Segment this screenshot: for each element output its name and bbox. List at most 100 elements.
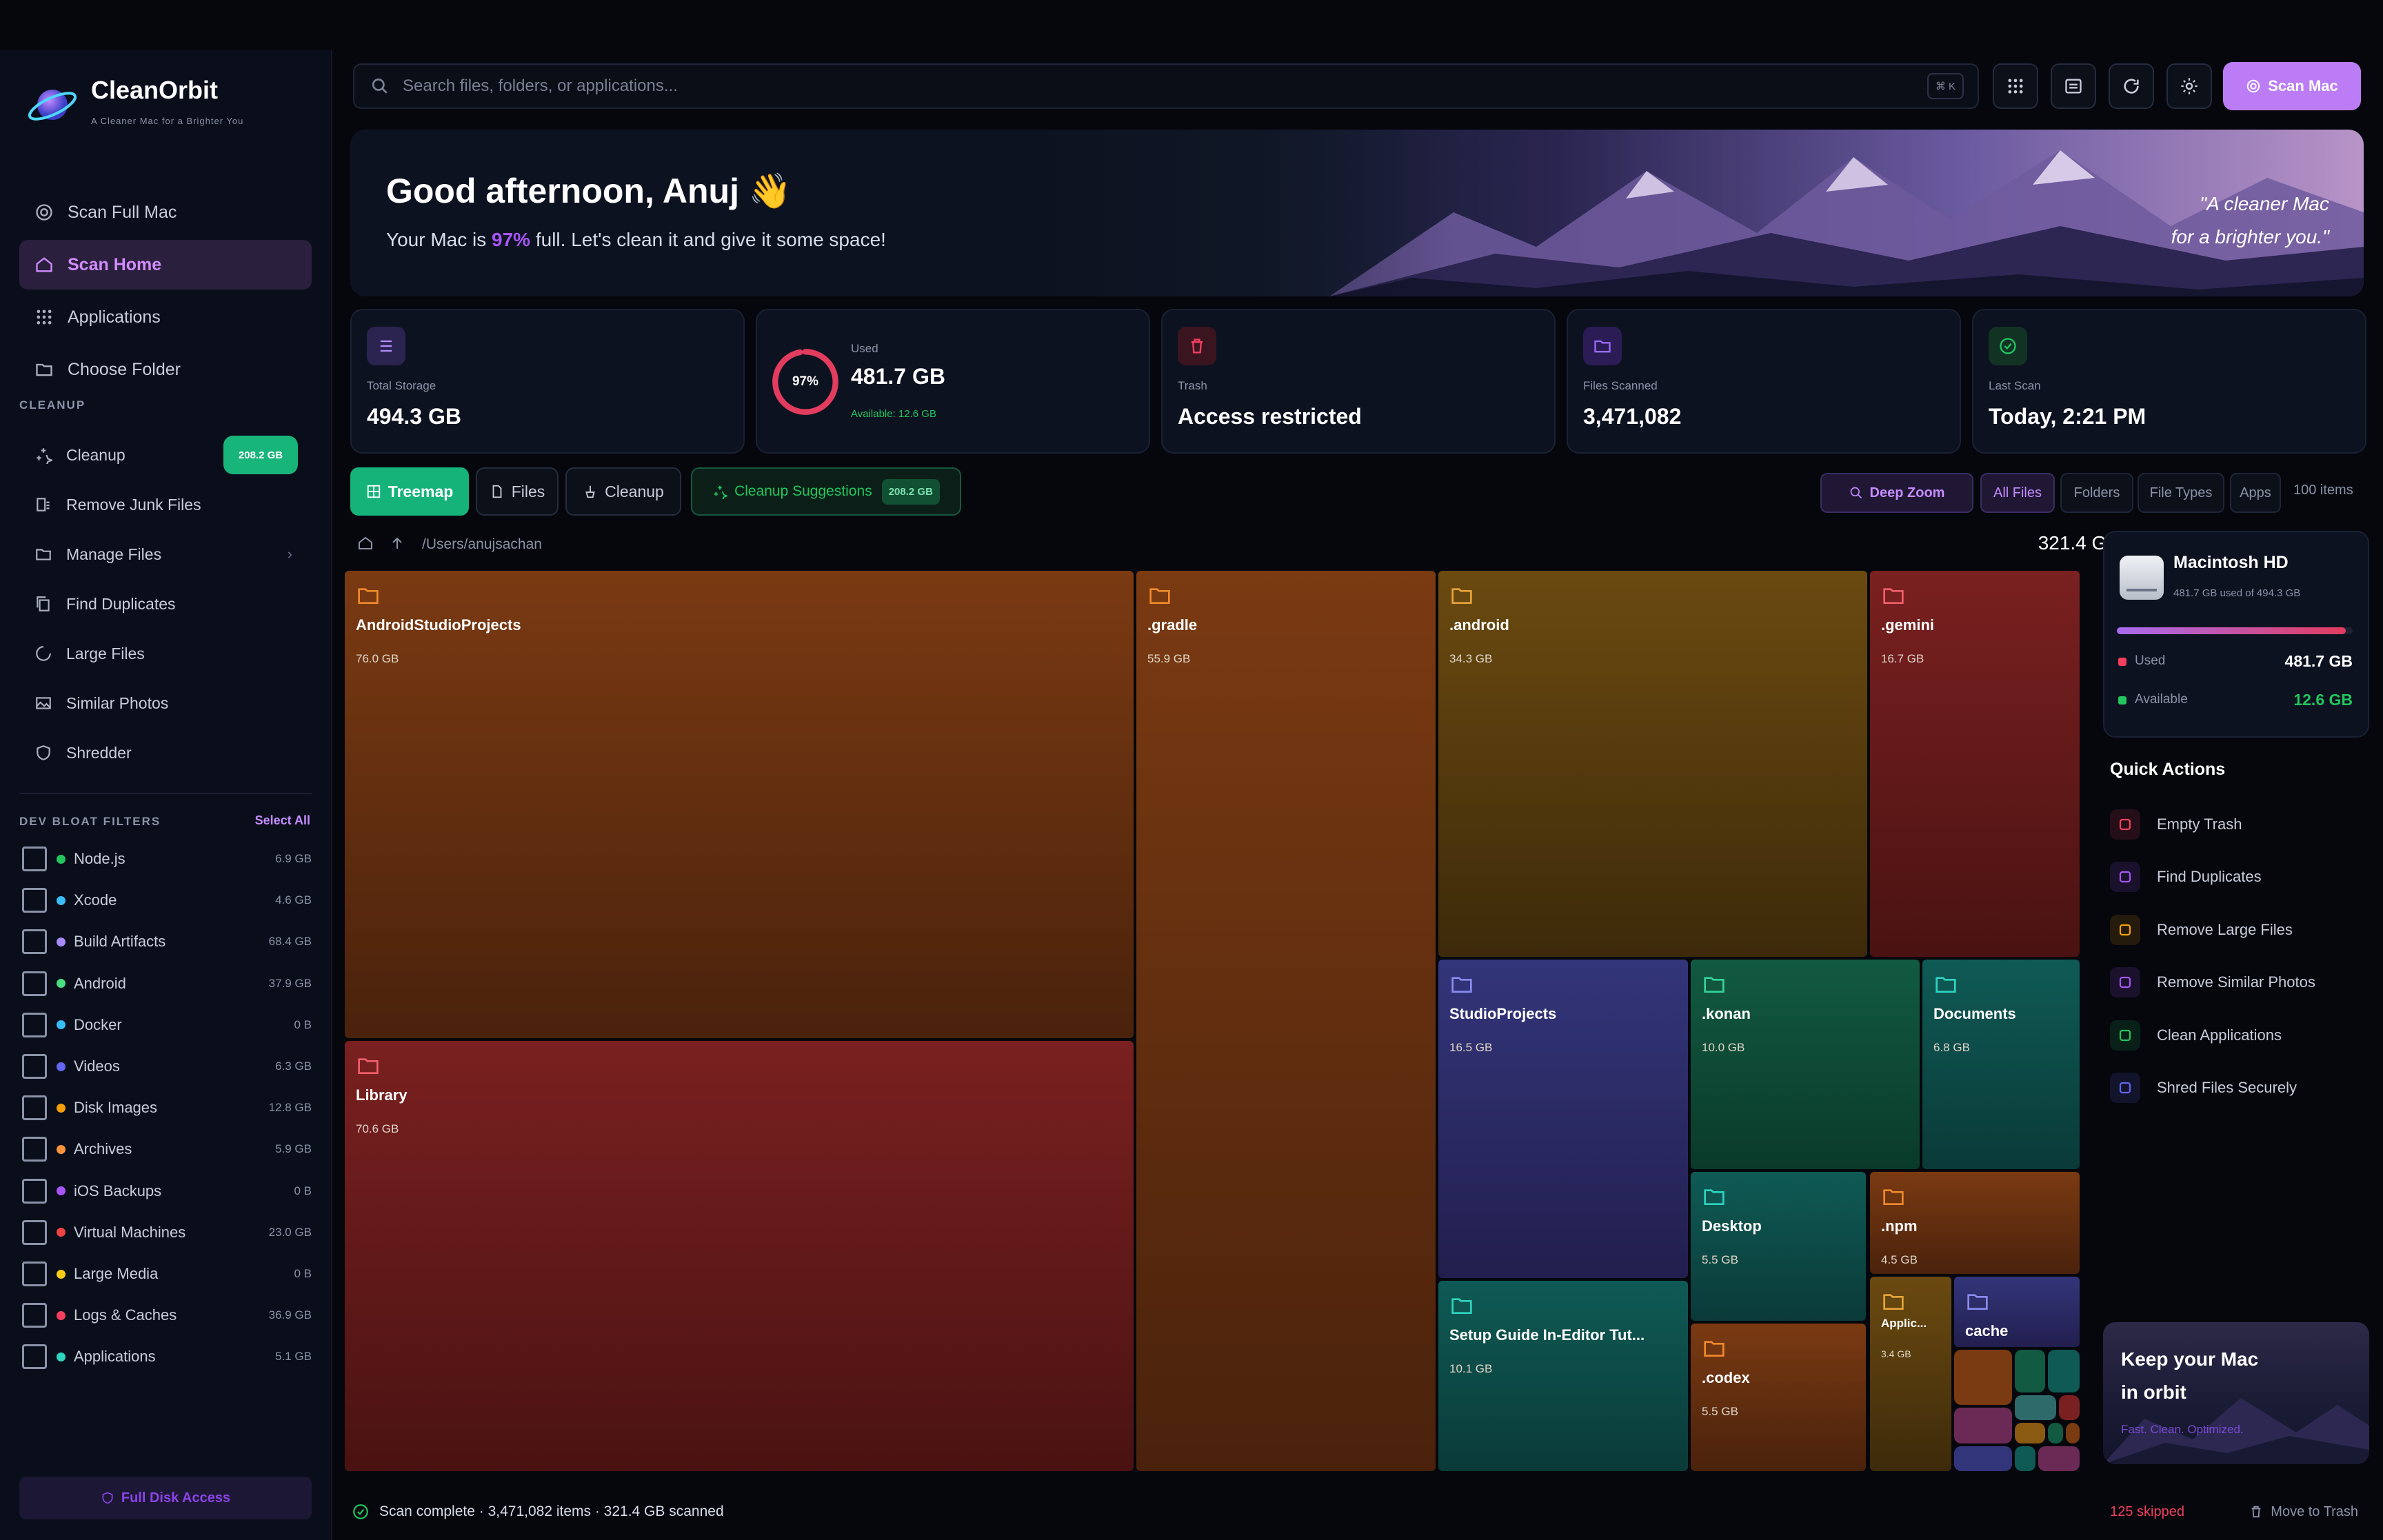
sidebar-item-large-files[interactable]: Large Files: [19, 633, 312, 674]
treemap-tile[interactable]: .konan 10.0 GB: [1691, 960, 1920, 1169]
filter-checkbox[interactable]: [22, 1262, 47, 1286]
nav-applications[interactable]: Applications: [19, 292, 312, 342]
treemap-tile[interactable]: Desktop 5.5 GB: [1691, 1172, 1866, 1321]
filter-checkbox[interactable]: [22, 1095, 47, 1121]
tab-all-files[interactable]: All Files: [1980, 473, 2055, 513]
filter-label: Large Media: [74, 1265, 159, 1282]
sidebar-item-label: Find Duplicates: [66, 594, 176, 613]
refresh-icon: [2124, 79, 2139, 94]
filter-checkbox[interactable]: [22, 1178, 47, 1204]
promo-line: in orbit: [2121, 1381, 2186, 1403]
filter-label: Archives: [74, 1140, 132, 1158]
treemap-tile[interactable]: .npm 4.5 GB: [1870, 1172, 2080, 1274]
sidebar-item-manage-files[interactable]: Manage Files ›: [19, 534, 312, 575]
sidebar-item-similar-photos[interactable]: Similar Photos: [19, 682, 312, 724]
treemap-tile-small[interactable]: [2015, 1446, 2035, 1471]
tab-apps[interactable]: Apps: [2230, 473, 2281, 513]
tab-treemap[interactable]: Treemap: [350, 467, 469, 516]
treemap-tile-small[interactable]: [2066, 1423, 2080, 1443]
filter-checkbox[interactable]: [22, 1012, 47, 1037]
quick-action-remove-large-files[interactable]: Remove Large Files: [2110, 911, 2365, 949]
filter-item[interactable]: Virtual Machines 23.0 GB: [22, 1216, 312, 1249]
filter-checkbox[interactable]: [22, 1303, 47, 1328]
treemap-tile[interactable]: .codex 5.5 GB: [1691, 1324, 1866, 1471]
treemap-tile-small[interactable]: [2015, 1423, 2045, 1443]
treemap-tile-small[interactable]: [2015, 1350, 2045, 1392]
up-button[interactable]: [389, 535, 408, 554]
tab-cleanup[interactable]: Cleanup: [565, 467, 681, 516]
nav-choose-folder[interactable]: Choose Folder: [19, 345, 312, 394]
filter-item[interactable]: Videos 6.3 GB: [22, 1050, 312, 1083]
search-bar[interactable]: Search files, folders, or applications..…: [353, 63, 1979, 109]
hard-drive-icon: [2120, 556, 2164, 600]
treemap-tile[interactable]: AndroidStudioProjects 76.0 GB: [345, 571, 1134, 1038]
nav-scan-home[interactable]: Scan Home: [19, 240, 312, 290]
filter-button[interactable]: [2051, 63, 2096, 109]
full-disk-access-button[interactable]: Full Disk Access: [19, 1477, 312, 1519]
filter-checkbox[interactable]: [22, 1219, 47, 1245]
treemap-tile-small[interactable]: [1954, 1350, 2012, 1405]
filter-item[interactable]: Applications 5.1 GB: [22, 1340, 312, 1373]
treemap-tile[interactable]: StudioProjects 16.5 GB: [1438, 960, 1688, 1278]
treemap-tile[interactable]: .gradle 55.9 GB: [1136, 571, 1436, 1471]
sidebar-item-remove-junk[interactable]: Remove Junk Files: [19, 484, 312, 525]
tab-file-types[interactable]: File Types: [2138, 473, 2224, 513]
filter-checkbox[interactable]: [22, 847, 47, 871]
home-button[interactable]: [357, 535, 376, 554]
tab-folders[interactable]: Folders: [2060, 473, 2133, 513]
quick-action-remove-similar-photos[interactable]: Remove Similar Photos: [2110, 963, 2365, 1002]
filter-item[interactable]: Docker 0 B: [22, 1009, 312, 1042]
filter-item[interactable]: Archives 5.9 GB: [22, 1133, 312, 1166]
sidebar-item-shredder[interactable]: Shredder: [19, 732, 312, 773]
filter-item[interactable]: Android 37.9 GB: [22, 967, 312, 1000]
filter-item[interactable]: Logs & Caches 36.9 GB: [22, 1299, 312, 1332]
quick-action-clean-applications[interactable]: Clean Applications: [2110, 1016, 2365, 1055]
tab-files[interactable]: Files: [476, 467, 559, 516]
filter-checkbox[interactable]: [22, 971, 47, 996]
treemap-tile[interactable]: cache: [1954, 1277, 2080, 1347]
filter-item[interactable]: Node.js 6.9 GB: [22, 842, 312, 875]
filter-checkbox[interactable]: [22, 888, 47, 913]
filter-item[interactable]: Build Artifacts 68.4 GB: [22, 925, 312, 958]
treemap-tile[interactable]: Applic... 3.4 GB: [1870, 1277, 1951, 1471]
scan-mac-button[interactable]: Scan Mac: [2223, 62, 2361, 110]
treemap-tile[interactable]: .gemini 16.7 GB: [1870, 571, 2080, 957]
tile-name: cache: [1965, 1322, 2009, 1339]
filter-checkbox[interactable]: [22, 1137, 47, 1162]
filter-item[interactable]: iOS Backups 0 B: [22, 1175, 312, 1208]
deep-zoom-button[interactable]: Deep Zoom: [1820, 473, 1973, 513]
refresh-button[interactable]: [2109, 63, 2154, 109]
treemap-tile-small[interactable]: [2059, 1395, 2080, 1420]
folder-icon: [1451, 1298, 1472, 1314]
move-to-trash-button[interactable]: Move to Trash: [2249, 1504, 2358, 1520]
treemap-tile[interactable]: Library 70.6 GB: [345, 1041, 1134, 1471]
filter-size: 5.9 GB: [275, 1142, 312, 1156]
filter-checkbox[interactable]: [22, 1344, 47, 1370]
search-input[interactable]: Search files, folders, or applications..…: [403, 77, 678, 96]
nav-scan-full-mac[interactable]: Scan Full Mac: [19, 188, 312, 237]
treemap-tile-small[interactable]: [2015, 1395, 2056, 1420]
treemap-tile[interactable]: Setup Guide In-Editor Tut... 10.1 GB: [1438, 1281, 1688, 1471]
filter-item[interactable]: Large Media 0 B: [22, 1257, 312, 1290]
select-all-link[interactable]: Select All: [255, 813, 310, 828]
quick-action-shred-files-securely[interactable]: Shred Files Securely: [2110, 1068, 2365, 1107]
filter-item[interactable]: Xcode 4.6 GB: [22, 884, 312, 917]
quick-action-empty-trash[interactable]: Empty Trash: [2110, 805, 2365, 844]
settings-button[interactable]: [2166, 63, 2212, 109]
filter-item[interactable]: Disk Images 12.8 GB: [22, 1091, 312, 1124]
treemap-tile[interactable]: .android 34.3 GB: [1438, 571, 1867, 957]
tile-size: 6.8 GB: [1933, 1041, 1970, 1054]
filter-checkbox[interactable]: [22, 1054, 47, 1079]
cleanup-suggestions-button[interactable]: Cleanup Suggestions 208.2 GB: [691, 467, 961, 516]
treemap-tile-small[interactable]: [2048, 1423, 2063, 1443]
treemap-tile[interactable]: Documents 6.8 GB: [1922, 960, 2080, 1169]
treemap-tile-small[interactable]: [1954, 1446, 2012, 1471]
treemap-tile-small[interactable]: [2048, 1350, 2080, 1392]
filter-checkbox[interactable]: [22, 929, 47, 955]
treemap-tile-small[interactable]: [2038, 1446, 2080, 1471]
sidebar-item-find-duplicates[interactable]: Find Duplicates: [19, 583, 312, 625]
quick-action-find-duplicates[interactable]: Find Duplicates: [2110, 858, 2365, 896]
quick-action-label: Shred Files Securely: [2157, 1079, 2297, 1096]
treemap-tile-small[interactable]: [1954, 1408, 2012, 1443]
grid-view-button[interactable]: [1993, 63, 2038, 109]
